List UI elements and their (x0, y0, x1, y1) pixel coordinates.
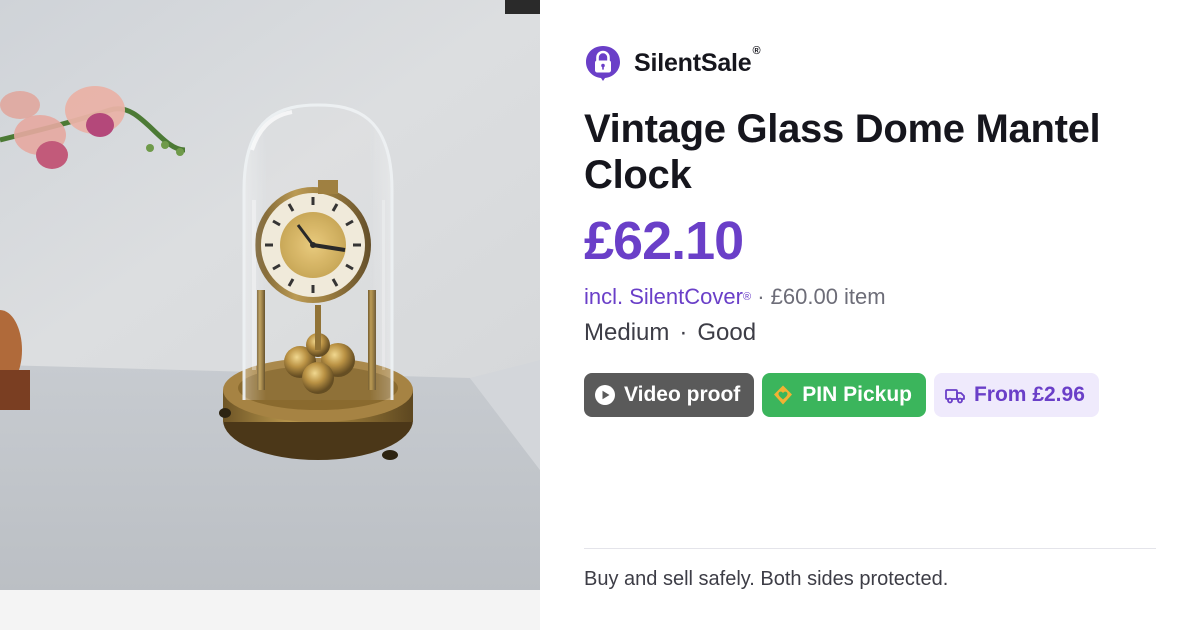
item-price: £60.00 item (770, 284, 886, 309)
silentcover-label[interactable]: incl. SilentCover® (584, 284, 751, 309)
listing-title: Vintage Glass Dome Mantel Clock (584, 107, 1101, 197)
meta-separator: · (679, 319, 688, 346)
footer-tagline: Buy and sell safely. Both sides protecte… (584, 568, 949, 590)
size-label: Medium (584, 319, 670, 346)
listing-price: £62.10 (584, 211, 744, 271)
video-proof-label: Video proof (624, 383, 741, 406)
shield-heart-icon (774, 385, 793, 405)
brand-name: SilentSale® (634, 44, 761, 77)
footer-divider (584, 548, 1156, 549)
play-circle-icon (595, 385, 615, 405)
pin-pickup-chip[interactable]: PIN Pickup (762, 373, 926, 417)
brand-registered-mark: ® (752, 44, 761, 57)
listing-panel: SilentSale® Vintage Glass Dome Mantel Cl… (540, 0, 1200, 630)
listing-photo[interactable] (0, 0, 540, 630)
fee-breakdown: incl. SilentCover® · £60.00 item (584, 284, 886, 310)
feature-chips: Video proof PIN Pickup From £2.96 (584, 373, 1099, 417)
pin-pickup-label: PIN Pickup (802, 383, 912, 406)
condition-label: Good (697, 319, 757, 346)
listing-meta: Medium · Good (584, 319, 756, 347)
truck-icon (945, 389, 965, 404)
shipping-label: From £2.96 (973, 383, 1085, 406)
fee-separator: · (757, 284, 765, 309)
video-proof-chip[interactable]: Video proof (584, 373, 755, 417)
clock-photo-illustration (0, 0, 540, 630)
shipping-chip[interactable]: From £2.96 (933, 373, 1099, 417)
padlock-speech-bubble-icon (586, 46, 620, 81)
brand[interactable]: SilentSale® (584, 44, 761, 82)
